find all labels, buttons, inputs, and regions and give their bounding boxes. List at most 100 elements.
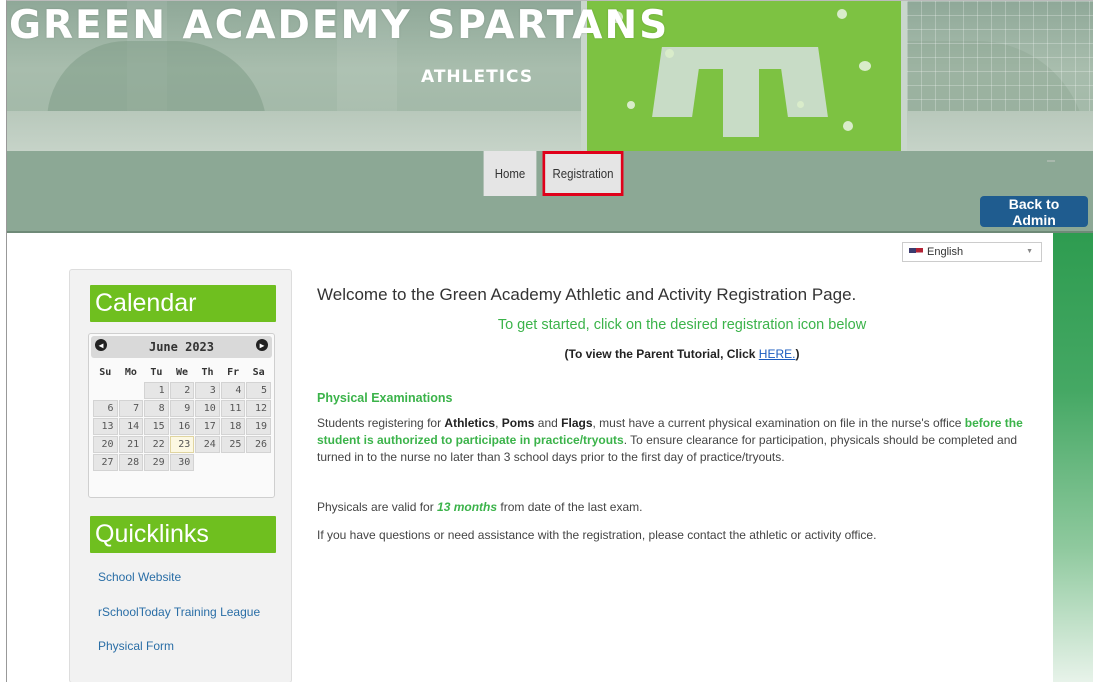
calendar-weekday: Fr	[227, 366, 240, 378]
calendar-day[interactable]: 27	[93, 454, 118, 471]
calendar-day[interactable]: 7	[118, 400, 144, 417]
language-label: English	[927, 246, 964, 258]
calendar-empty-cell	[119, 382, 144, 399]
page-title: Welcome to the Green Academy Athletic an…	[317, 285, 857, 304]
helmet-shape	[723, 67, 759, 137]
para-text: and	[534, 416, 562, 430]
para-text: , must have a current physical examinati…	[592, 416, 965, 430]
us-flag-icon	[909, 247, 923, 257]
logo-spot	[859, 61, 871, 71]
calendar-header: June 2023	[91, 336, 272, 358]
calendar-day[interactable]: 24	[195, 436, 220, 453]
calendar-weekday: Th	[201, 366, 214, 378]
calendar-day[interactable]: 10	[195, 400, 220, 417]
language-select[interactable]: English ▼	[902, 242, 1042, 262]
calendar-day[interactable]: 20	[93, 436, 118, 453]
nav-tab-registration[interactable]: Registration	[542, 151, 624, 196]
calendar-heading: Calendar	[90, 285, 276, 322]
calendar-weekday: Tu	[150, 366, 163, 378]
calendar-day[interactable]: 17	[195, 418, 220, 435]
para-poms: Poms	[501, 416, 535, 430]
calendar-day[interactable]: 4	[220, 382, 246, 399]
nav-decoration	[1047, 160, 1055, 162]
tutorial-prefix: (To view the Parent Tutorial, Click	[564, 347, 759, 361]
chevron-left-icon[interactable]: ◀	[95, 339, 107, 351]
calendar-week: 13 14 15 16 17 18 19	[93, 418, 271, 435]
calendar-day[interactable]: 30	[169, 454, 195, 471]
calendar-weekday: Su	[99, 366, 112, 378]
validity-months: 13 months	[437, 500, 498, 514]
physical-exam-paragraph: Students registering for Athletics, Poms…	[317, 415, 1047, 466]
calendar-week: 20 21 22 23 24 25 26	[93, 436, 271, 453]
calendar-day[interactable]: 18	[220, 418, 246, 435]
para-text: ,	[495, 416, 502, 430]
calendar-weekday: Sa	[252, 366, 265, 378]
quicklink-school-website[interactable]: School Website	[98, 570, 181, 584]
calendar-day[interactable]: 11	[220, 400, 246, 417]
calendar-week: 27 28 29 30	[93, 454, 271, 471]
calendar-day[interactable]: 12	[246, 400, 271, 417]
calendar-grid: Su Mo Tu We Th Fr Sa 1 2 3 4 5 6 7 8 9 10 11 12 13 14 15 16 17…	[92, 362, 272, 472]
calendar-day[interactable]: 2	[169, 382, 195, 399]
calendar-day[interactable]: 29	[144, 454, 169, 471]
tutorial-text: (To view the Parent Tutorial, Click HERE…	[317, 347, 1047, 361]
right-background-strip	[1053, 233, 1093, 682]
calendar-day[interactable]: 15	[144, 418, 169, 435]
calendar-day[interactable]: 25	[220, 436, 246, 453]
calendar-day[interactable]: 5	[246, 382, 271, 399]
contact-text: If you have questions or need assistance…	[317, 528, 877, 542]
calendar-day[interactable]: 8	[144, 400, 169, 417]
sidebar: Calendar June 2023 ◀ ▶ Su Mo Tu We Th Fr Sa 12…	[69, 269, 292, 682]
calendar-day[interactable]: 22	[144, 436, 169, 453]
helmet-shape	[652, 47, 702, 117]
quicklink-physical-form[interactable]: Physical Form	[98, 639, 174, 653]
back-to-admin-button[interactable]: Back to Admin	[980, 196, 1088, 228]
calendar-day[interactable]: 26	[246, 436, 271, 453]
calendar-day[interactable]: 14	[118, 418, 144, 435]
calendar-weekday: We	[175, 366, 188, 378]
header-banner: GREEN ACADEMY SPARTANS ATHLETICS	[7, 1, 1093, 151]
para-athletics: Athletics	[444, 416, 496, 430]
logo-spot	[797, 101, 804, 108]
calendar-weekday: Mo	[124, 366, 137, 378]
logo-spot	[627, 101, 635, 109]
calendar-empty-cell	[246, 454, 271, 471]
validity-suffix: from date of the last exam.	[497, 500, 643, 514]
banner-title: GREEN ACADEMY SPARTANS	[9, 3, 670, 48]
logo-spot	[843, 121, 853, 131]
calendar-day-today[interactable]: 23	[169, 436, 195, 453]
physical-exam-heading: Physical Examinations	[317, 391, 453, 405]
chevron-down-icon: ▼	[1026, 248, 1033, 255]
calendar-day[interactable]: 28	[118, 454, 144, 471]
main-nav: Home Registration	[7, 151, 1093, 233]
nav-tab-home[interactable]: Home	[483, 151, 537, 196]
calendar-day[interactable]: 19	[246, 418, 271, 435]
validity-prefix: Physicals are valid for	[317, 500, 438, 514]
calendar-week: 12345	[93, 382, 271, 399]
validity-text: Physicals are valid for 13 months from d…	[317, 500, 642, 514]
para-text: Students registering for	[317, 416, 445, 430]
para-flags: Flags	[561, 416, 593, 430]
calendar-month-label: June 2023	[148, 340, 215, 354]
tutorial-suffix: )	[795, 347, 800, 361]
calendar-day[interactable]: 3	[195, 382, 220, 399]
calendar-week: 6 7 8 9 10 11 12	[93, 400, 271, 417]
calendar-day[interactable]: 9	[169, 400, 195, 417]
banner-photo-court	[7, 111, 1093, 151]
calendar-empty-cell	[221, 454, 246, 471]
get-started-text: To get started, click on the desired reg…	[497, 317, 867, 333]
helmet-shape	[697, 47, 787, 69]
quicklink-training-league[interactable]: rSchoolToday Training League	[98, 605, 260, 619]
tutorial-link[interactable]: HERE.	[759, 347, 796, 361]
calendar-day[interactable]: 6	[93, 400, 118, 417]
calendar-widget: June 2023 ◀ ▶ Su Mo Tu We Th Fr Sa 1 2 3 4 5 6 7 8 9 10…	[88, 333, 275, 498]
calendar-day[interactable]: 13	[93, 418, 118, 435]
browser-frame: GREEN ACADEMY SPARTANS ATHLETICS Home Re…	[6, 0, 1093, 682]
calendar-day[interactable]: 16	[169, 418, 195, 435]
calendar-empty-cell	[93, 382, 118, 399]
calendar-day[interactable]: 1	[144, 382, 169, 399]
chevron-right-icon[interactable]: ▶	[256, 339, 268, 351]
banner-subtitle: ATHLETICS	[421, 67, 534, 87]
calendar-day[interactable]: 21	[118, 436, 144, 453]
logo-spot	[665, 49, 674, 58]
